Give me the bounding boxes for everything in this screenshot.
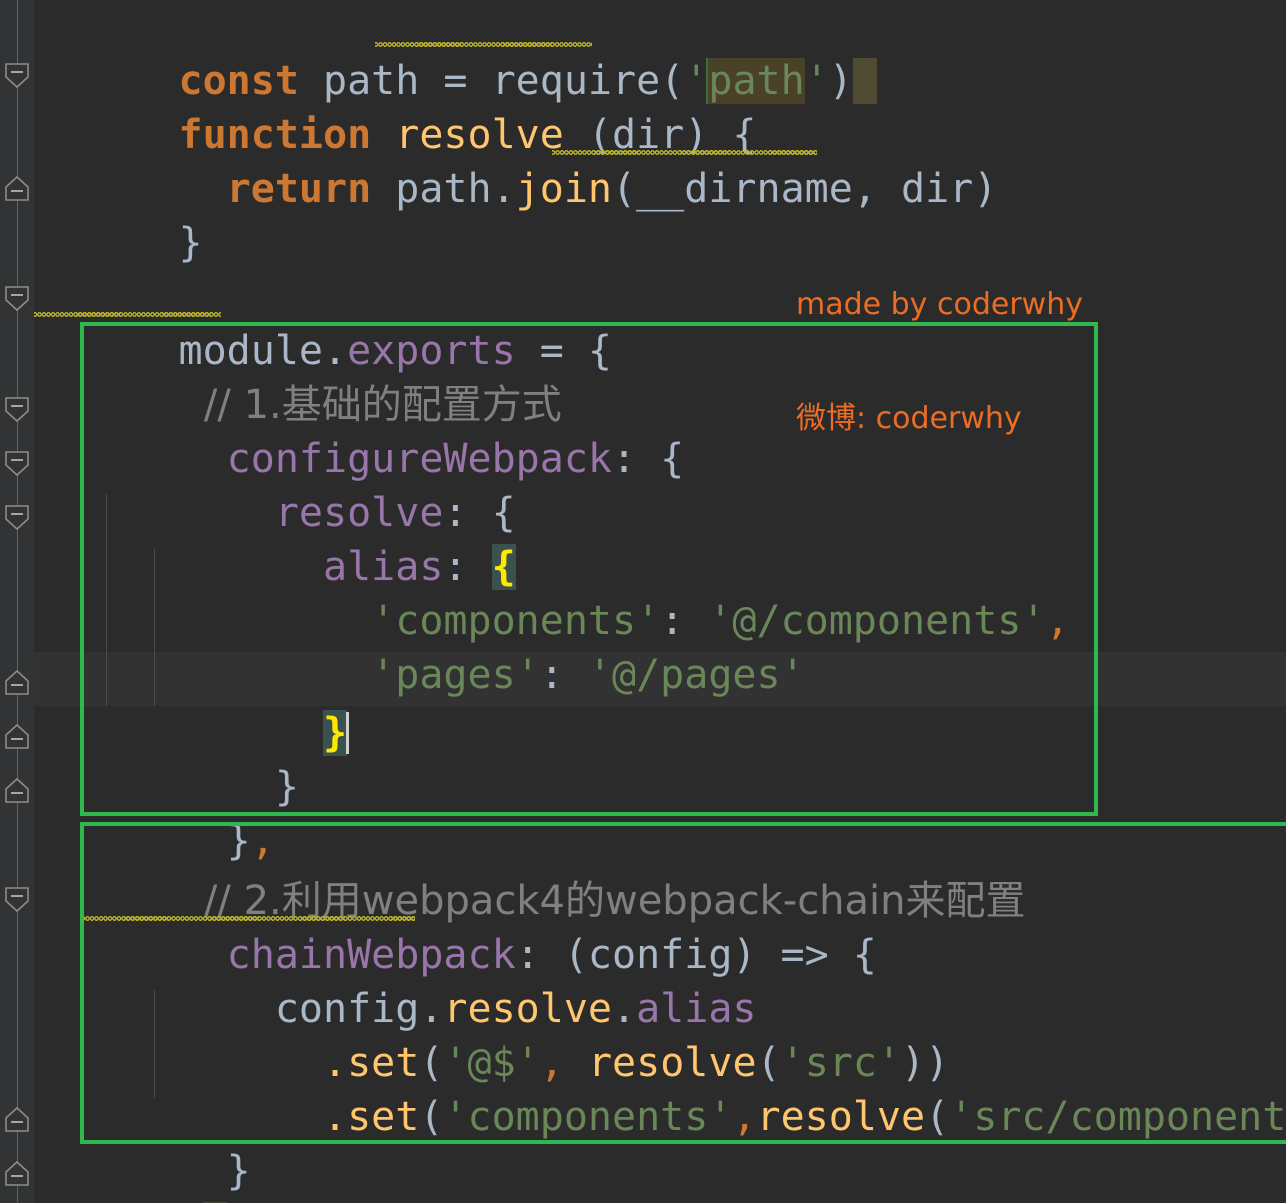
fold-marker-end-line14[interactable] — [3, 723, 31, 750]
code-line-4[interactable]: } — [34, 162, 1286, 266]
code-line-18[interactable]: config.resolve.alias — [34, 928, 1286, 1032]
code-line-6[interactable]: module.exports = { — [34, 270, 1286, 374]
fold-marker-start-line10[interactable] — [3, 504, 31, 531]
fold-marker-end-line15[interactable] — [3, 777, 31, 804]
fold-marker-end-line21[interactable] — [3, 1106, 31, 1133]
fold-marker-start-line17[interactable] — [3, 886, 31, 913]
code-line-21[interactable]: } — [34, 1090, 1286, 1194]
code-line-7[interactable]: // 1.基础的配置方式 — [34, 324, 1286, 428]
indent-guide — [154, 548, 155, 706]
fold-marker-start-line9[interactable] — [3, 450, 31, 477]
code-line-9[interactable]: resolve: { — [34, 432, 1286, 536]
code-line-1[interactable]: const path = require('path') — [34, 0, 1286, 104]
indent-guide — [154, 990, 155, 1098]
code-line-2[interactable]: function resolve (dir) { — [34, 54, 1286, 158]
watermark-made-by: made by coderwhy 微博: coderwhy — [796, 210, 1083, 514]
code-line-8[interactable]: configureWebpack: { — [34, 378, 1286, 482]
code-line-13[interactable]: } — [34, 652, 1286, 756]
code-line-16[interactable]: // 2.利用webpack4的webpack-chain来配置 — [34, 820, 1286, 924]
fold-marker-end-line13[interactable] — [3, 669, 31, 696]
code-line-20[interactable]: .set('components',resolve('src/component… — [34, 1036, 1286, 1140]
code-line-22[interactable]: } — [34, 1144, 1286, 1203]
watermark-line-1: made by coderwhy — [796, 287, 1083, 322]
warning-squiggle-module — [34, 312, 221, 317]
fold-marker-start-line2[interactable] — [3, 62, 31, 89]
fold-marker-end-line22[interactable] — [3, 1160, 31, 1187]
code-line-15[interactable]: }, — [34, 760, 1286, 864]
editor-gutter[interactable] — [0, 0, 34, 1203]
warning-squiggle-dirname — [552, 150, 817, 155]
watermark-line-2: 微博: coderwhy — [796, 401, 1022, 436]
code-line-12[interactable]: 'pages': '@/pages' — [34, 594, 1286, 698]
code-line-14[interactable]: } — [34, 706, 1286, 810]
token-close-brace: } — [178, 220, 203, 266]
code-line-10[interactable]: alias: { — [34, 486, 1286, 590]
fold-marker-end-line4[interactable] — [3, 175, 31, 202]
fold-marker-start-line8[interactable] — [3, 396, 31, 423]
code-line-11[interactable]: 'components': '@/components', — [34, 540, 1286, 644]
indent-guide — [106, 494, 107, 706]
warning-squiggle-chainWebpack — [82, 916, 415, 921]
code-content[interactable]: const path = require('path') function re… — [34, 0, 1286, 1203]
code-editor[interactable]: const path = require('path') function re… — [0, 0, 1286, 1203]
fold-marker-start-line6[interactable] — [3, 285, 31, 312]
warning-squiggle-require — [375, 42, 592, 47]
code-line-19[interactable]: .set('@$', resolve('src')) — [34, 982, 1286, 1086]
